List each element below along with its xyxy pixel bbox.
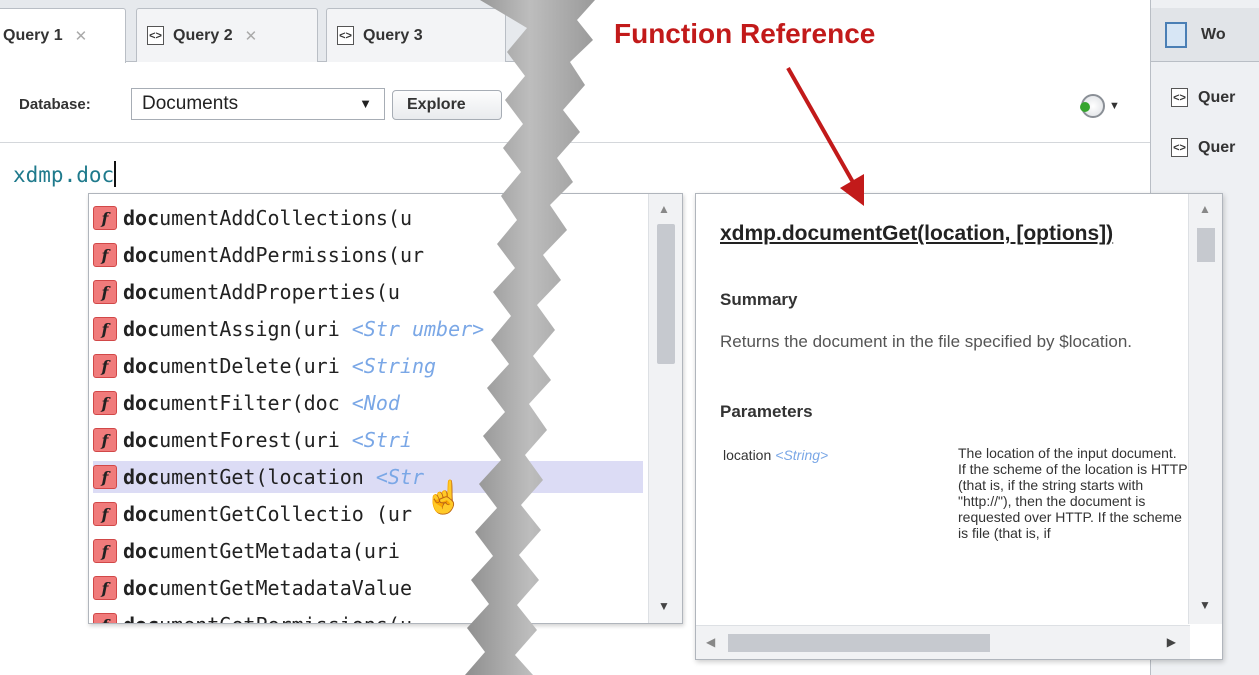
function-name-rest: umentGetMetadata(uri — [159, 539, 400, 563]
code-line: xdmp.doc — [13, 161, 117, 187]
param-description: The location of the input document. If t… — [958, 445, 1188, 541]
query-tab-icon: <> — [337, 26, 354, 45]
match-prefix: doc — [123, 243, 160, 267]
function-icon: f — [93, 317, 117, 341]
param-type: <String> — [775, 447, 829, 463]
match-prefix: doc — [123, 280, 160, 304]
database-value: Documents — [142, 93, 239, 114]
function-name-rest: umentDelete(uri — [159, 354, 340, 378]
function-icon: f — [93, 206, 117, 230]
workspace-book-icon — [1165, 21, 1187, 48]
tab-label: Query 3 — [363, 26, 423, 44]
match-prefix: doc — [123, 317, 160, 341]
function-name-rest: umentFilter(doc — [159, 391, 340, 415]
scrollbar-thumb[interactable] — [728, 634, 990, 652]
param-name-text: location — [723, 447, 772, 463]
function-icon: f — [93, 465, 117, 489]
function-name-rest: umentAddProperties(u — [159, 280, 400, 304]
chevron-down-icon: ▼ — [1109, 100, 1120, 112]
match-prefix: doc — [123, 354, 160, 378]
history-button[interactable]: ▼ — [1080, 94, 1120, 118]
query-tab-icon: <> — [1171, 138, 1188, 157]
function-name-rest: umentForest(uri — [159, 428, 340, 452]
function-name-rest: umentAddCollections(u — [159, 206, 412, 230]
function-name-rest: umentGetCollectio (ur — [159, 502, 412, 526]
match-prefix: doc — [123, 465, 160, 489]
chevron-down-icon: ▼ — [359, 96, 372, 111]
scrollbar-thumb[interactable] — [1197, 228, 1215, 262]
match-prefix: doc — [123, 206, 160, 230]
close-icon[interactable]: ✕ — [75, 27, 88, 45]
scroll-down-icon[interactable]: ▼ — [1199, 598, 1211, 612]
doc-horizontal-scrollbar[interactable]: ◀ ▶ — [696, 625, 1190, 659]
query-tab-icon: <> — [1171, 88, 1188, 107]
history-icon — [1080, 94, 1105, 118]
function-name-rest: umentGet(location — [159, 465, 364, 489]
parameters-heading: Parameters — [720, 402, 813, 421]
function-name-rest: umentAssign(uri — [159, 317, 340, 341]
workspace-header[interactable]: Wo — [1151, 8, 1259, 62]
scrollbar-thumb[interactable] — [657, 224, 675, 364]
function-icon: f — [93, 280, 117, 304]
scroll-right-icon[interactable]: ▶ — [1167, 635, 1176, 649]
workspace-item-label: Quer — [1198, 88, 1236, 106]
function-name-rest: umentAddPermissions(ur — [159, 243, 425, 267]
match-prefix: doc — [123, 539, 160, 563]
param-type-hint: <String — [351, 354, 437, 378]
function-reference-popup: xdmp.documentGet(location, [options]) Su… — [695, 193, 1223, 660]
param-type-hint: <Str — [375, 465, 424, 489]
workspace-item-label: Quer — [1198, 138, 1236, 156]
summary-text: Returns the document in the file specifi… — [720, 332, 1133, 351]
match-prefix: doc — [123, 502, 160, 526]
workspace-item[interactable]: <> Quer — [1171, 138, 1235, 157]
param-type-hint: <Stri — [351, 428, 412, 452]
function-icon: f — [93, 243, 117, 267]
function-icon: f — [93, 428, 117, 452]
autocomplete-scrollbar[interactable]: ▲ ▼ — [648, 194, 682, 623]
scroll-up-icon[interactable]: ▲ — [658, 202, 670, 216]
function-icon: f — [93, 576, 117, 600]
function-name-rest: umentGetPermissions(u — [159, 613, 412, 623]
workspace-item[interactable]: <> Quer — [1171, 88, 1235, 107]
function-icon: f — [93, 613, 117, 623]
workspace-title: Wo — [1201, 25, 1226, 43]
scroll-up-icon[interactable]: ▲ — [1199, 202, 1211, 216]
summary-heading: Summary — [720, 290, 798, 309]
function-name-rest: umentGetMetadataValue — [159, 576, 412, 600]
doc-vertical-scrollbar[interactable]: ▲ ▼ — [1188, 194, 1222, 624]
function-reference-annotation: Function Reference — [614, 18, 876, 49]
function-icon: f — [93, 502, 117, 526]
match-prefix: doc — [123, 576, 160, 600]
tab-label: Query 2 — [173, 26, 233, 44]
match-prefix: doc — [123, 428, 160, 452]
match-prefix: doc — [123, 613, 159, 623]
function-icon: f — [93, 539, 117, 563]
tab-query-1[interactable]: Query 1 ✕ — [0, 8, 126, 63]
function-icon: f — [93, 354, 117, 378]
database-label: Database: — [19, 96, 91, 113]
tab-label: Query 1 — [3, 27, 63, 44]
text-caret — [114, 161, 117, 187]
function-icon: f — [93, 391, 117, 415]
tab-query-2[interactable]: <> Query 2 ✕ — [136, 8, 318, 62]
scroll-left-icon[interactable]: ◀ — [706, 635, 715, 649]
torn-paper-divider — [465, 0, 595, 675]
database-select[interactable]: Documents ▼ — [131, 88, 385, 120]
match-prefix: doc — [123, 391, 160, 415]
param-type-hint: <Nod — [351, 391, 400, 415]
code-text: xdmp.doc — [13, 163, 115, 187]
query-tab-icon: <> — [147, 26, 164, 45]
scroll-down-icon[interactable]: ▼ — [658, 599, 670, 613]
close-icon[interactable]: ✕ — [245, 27, 258, 45]
param-name: location <String> — [723, 447, 828, 463]
annotation-arrow — [786, 67, 864, 206]
function-signature-link[interactable]: xdmp.documentGet(location, [options]) — [720, 222, 1160, 246]
